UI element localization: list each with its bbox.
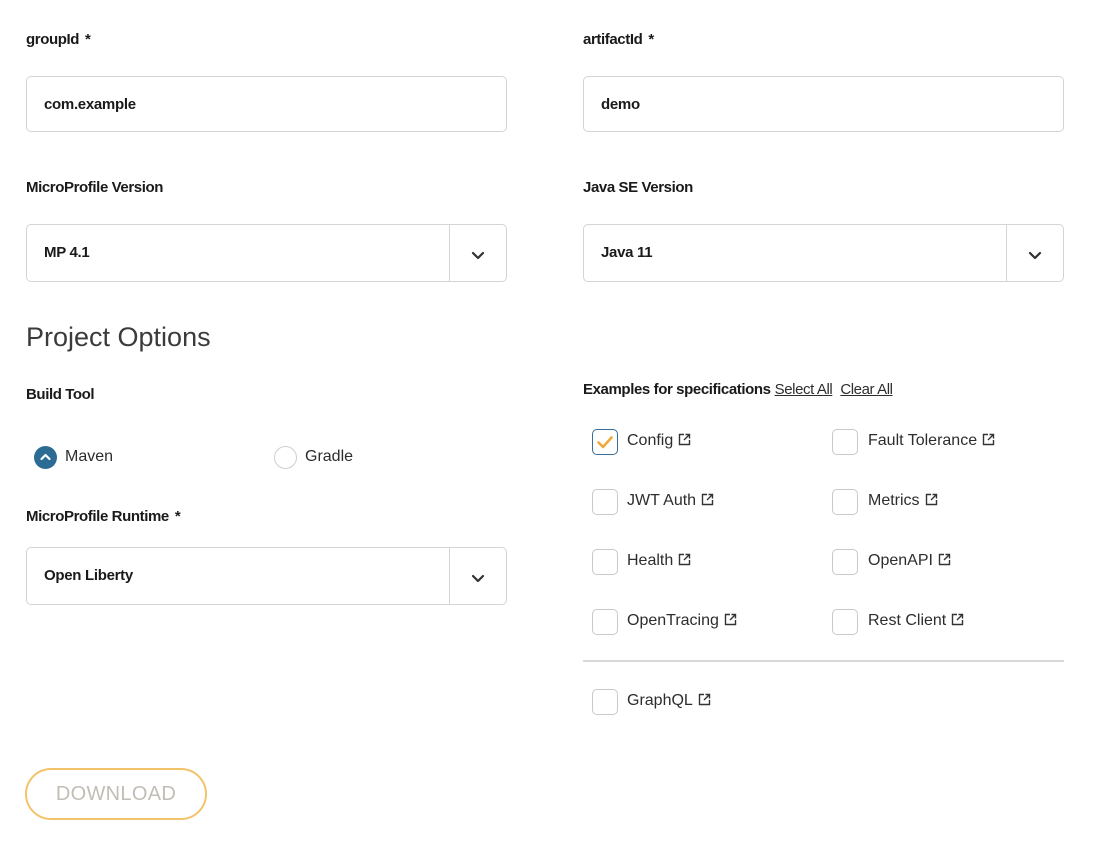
clear-all-link[interactable]: Clear All (840, 381, 893, 398)
example-label: Metrics (868, 492, 938, 510)
example-label: Fault Tolerance (868, 432, 995, 450)
external-link-icon (698, 693, 711, 706)
select-divider (449, 225, 450, 281)
chevron-up-icon (40, 453, 51, 461)
radio-selected-icon[interactable] (34, 446, 57, 469)
group-id-input[interactable] (26, 76, 507, 132)
example-label-text: JWT Auth (627, 492, 697, 509)
artifact-id-label: artifactId * (583, 31, 654, 48)
radio-unselected-icon[interactable] (274, 446, 297, 469)
example-label: OpenAPI (868, 552, 951, 570)
example-label: Config (627, 432, 691, 450)
runtime-select[interactable]: Open Liberty (26, 547, 507, 605)
checkbox[interactable] (592, 429, 618, 455)
example-label-text: Metrics (868, 492, 920, 509)
external-link-icon (925, 493, 937, 506)
build-tool-label: Build Tool (26, 386, 95, 403)
radio-label-gradle: Gradle (305, 448, 354, 465)
checkbox[interactable] (832, 549, 858, 575)
external-link-icon (982, 433, 995, 446)
java-version-select[interactable]: Java 11 (583, 224, 1064, 282)
required-mark: * (648, 31, 654, 48)
radio-label-maven: Maven (65, 448, 114, 465)
checkbox[interactable] (592, 549, 618, 575)
required-mark: * (174, 508, 181, 525)
example-label-text: GraphQL (627, 692, 693, 709)
select-divider (1006, 225, 1007, 281)
example-label: Health (627, 552, 691, 570)
checkbox[interactable] (592, 489, 618, 515)
mp-version-label: MicroProfile Version (26, 179, 164, 196)
runtime-label-text: MicroProfile Runtime (26, 508, 169, 525)
examples-header: Examples for specifications Select All Cle… (583, 381, 893, 398)
checkbox[interactable] (592, 609, 618, 635)
examples-label: Examples for specifications (583, 381, 771, 398)
external-link-icon (701, 493, 714, 506)
external-link-icon (679, 433, 691, 446)
external-link-icon (679, 553, 691, 566)
checkbox[interactable] (832, 609, 858, 635)
example-label-text: Rest Client (868, 612, 947, 629)
download-button[interactable]: DOWNLOAD (25, 768, 207, 820)
examples-divider (583, 660, 1064, 662)
project-options-title: Project Options (26, 322, 211, 352)
example-label-text: Fault Tolerance (868, 432, 978, 449)
checkbox[interactable] (592, 689, 618, 715)
checkmark-icon (597, 436, 613, 449)
example-label-text: Config (627, 432, 674, 449)
select-all-link[interactable]: Select All (775, 381, 833, 398)
example-label: OpenTracing (627, 612, 737, 630)
example-label-text: Health (627, 552, 674, 569)
group-id-label-text: groupId (26, 31, 80, 48)
runtime-label: MicroProfile Runtime * (26, 508, 181, 525)
checkbox[interactable] (832, 429, 858, 455)
example-label-text: OpenAPI (868, 552, 933, 569)
example-label: JWT Auth (627, 492, 714, 510)
chevron-down-icon[interactable] (466, 568, 490, 588)
example-label-text: OpenTracing (627, 612, 719, 629)
required-mark: * (85, 31, 91, 48)
chevron-down-icon[interactable] (1023, 245, 1047, 265)
external-link-icon (938, 553, 951, 566)
artifact-id-label-text: artifactId (583, 31, 643, 48)
example-label: Rest Client (868, 612, 964, 630)
group-id-label: groupId * (26, 31, 91, 48)
java-version-label: Java SE Version (583, 179, 693, 196)
chevron-down-icon[interactable] (466, 245, 490, 265)
external-link-icon (724, 613, 737, 626)
mp-version-value: MP 4.1 (44, 244, 90, 261)
runtime-value: Open Liberty (44, 567, 133, 584)
artifact-id-input[interactable] (583, 76, 1064, 132)
select-divider (449, 548, 450, 604)
checkbox[interactable] (832, 489, 858, 515)
external-link-icon (952, 613, 964, 626)
java-version-value: Java 11 (601, 244, 653, 261)
mp-version-select[interactable]: MP 4.1 (26, 224, 507, 282)
example-label: GraphQL (627, 692, 711, 710)
